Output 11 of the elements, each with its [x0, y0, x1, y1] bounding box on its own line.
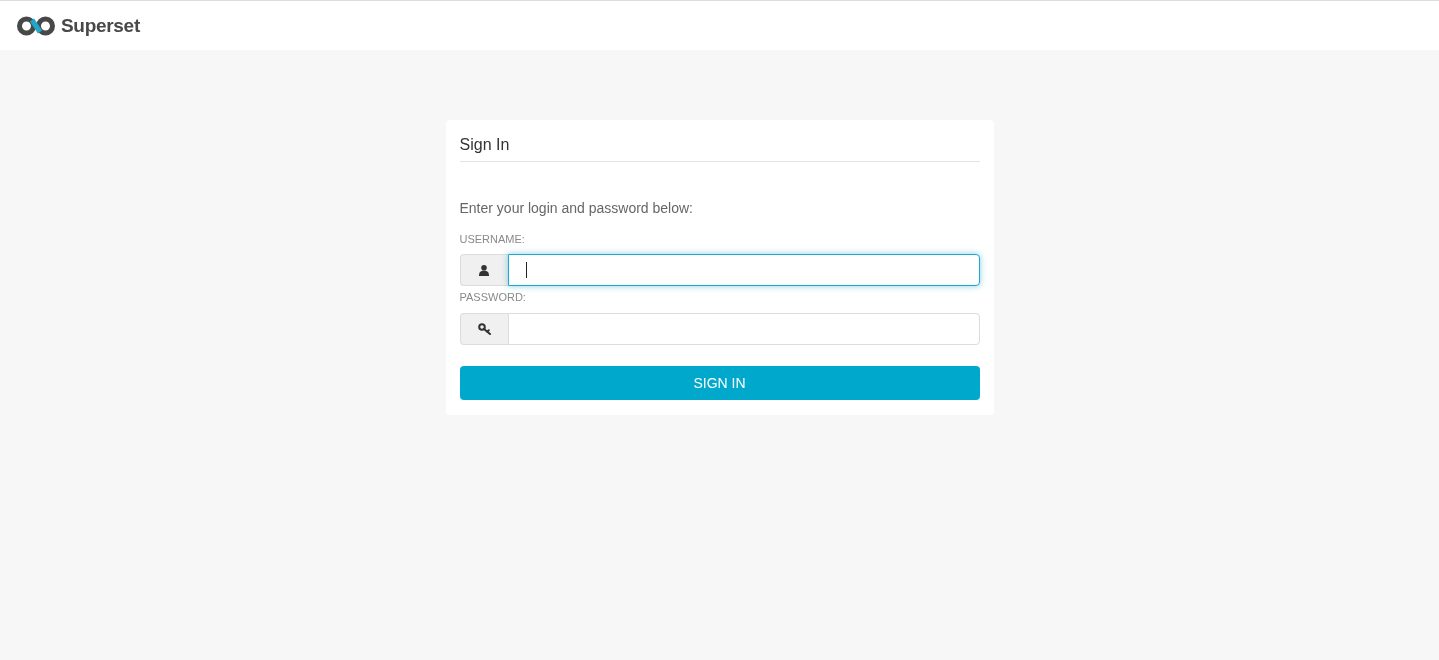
- key-icon: [477, 323, 491, 335]
- instructions-text: Enter your login and password below:: [459, 199, 694, 218]
- logo-icon[interactable]: [16, 15, 56, 36]
- password-field[interactable]: [507, 313, 980, 345]
- user-icon: [479, 264, 489, 276]
- text-cursor-icon: [525, 262, 527, 278]
- logo-text[interactable]: Superset: [61, 13, 140, 38]
- field-label: USERNAME:: [459, 232, 526, 247]
- field-label: PASSWORD:: [459, 290, 527, 305]
- username-field[interactable]: [507, 254, 980, 286]
- card-title: Sign In: [459, 133, 980, 162]
